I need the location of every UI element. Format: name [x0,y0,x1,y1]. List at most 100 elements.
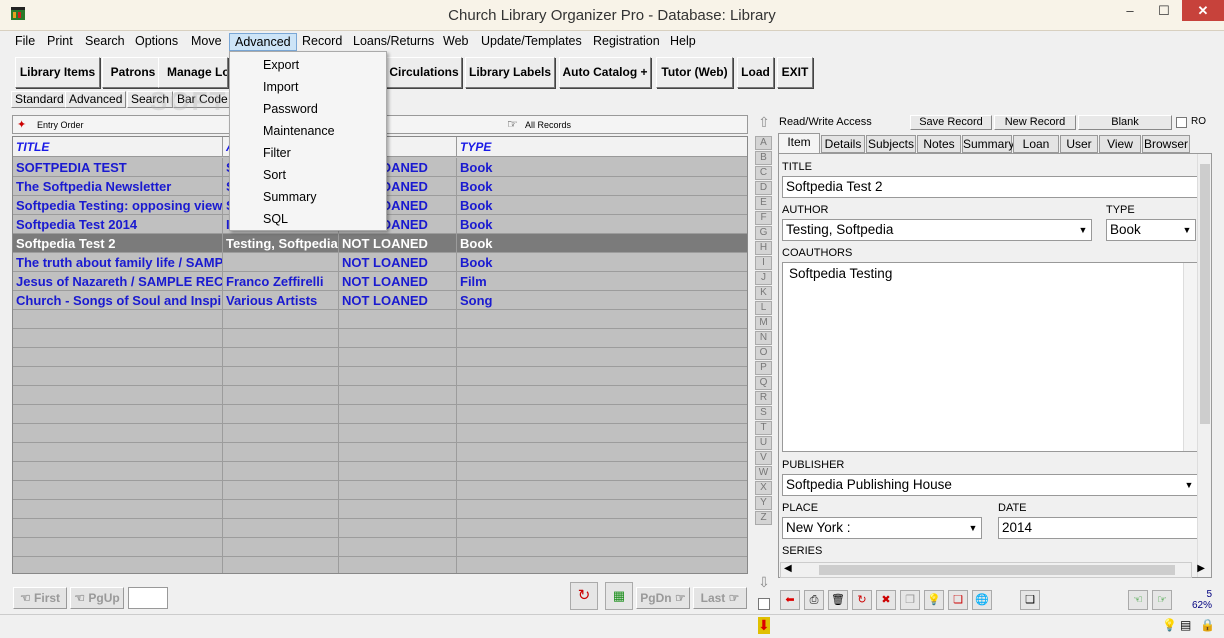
cell-title[interactable] [13,443,223,462]
library-items-button[interactable]: Library Items [15,57,100,88]
publisher-dropdown-icon[interactable]: ▼ [1182,476,1196,494]
cell-type[interactable] [457,538,747,557]
alpha-button-y[interactable]: Y [755,496,772,510]
cell-type[interactable] [457,405,747,424]
maximize-button[interactable]: ☐ [1147,0,1181,21]
title-field[interactable]: Softpedia Test 2 [782,176,1198,198]
cell-title[interactable] [13,481,223,500]
cell-type[interactable] [457,500,747,519]
cell-author[interactable]: Various Artists [223,291,339,310]
cell-author[interactable] [223,329,339,348]
menu-registration[interactable]: Registration [588,33,665,51]
scroll-right-icon[interactable]: ▶ [1197,563,1205,574]
cell-author[interactable] [223,443,339,462]
subtab-advanced[interactable]: Advanced [65,91,127,108]
cell-title[interactable]: SOFTPEDIA TEST [13,158,223,177]
cell-author[interactable] [223,253,339,272]
cell-status[interactable] [339,462,457,481]
table-row[interactable] [13,481,747,500]
cell-type[interactable] [457,557,747,573]
cell-author[interactable] [223,500,339,519]
pgdn-button[interactable]: PgDn ☞ [636,587,690,609]
paste-record-icon[interactable]: ❏ [948,590,968,610]
trash-icon[interactable]: 🗑 [828,590,848,610]
tutor-web-button[interactable]: Tutor (Web) [656,57,733,88]
alpha-button-m[interactable]: M [755,316,772,330]
manage-loans-button[interactable]: Manage Lo [158,57,228,88]
print-icon[interactable]: ⎙ [804,590,824,610]
cell-type[interactable] [457,462,747,481]
cell-author[interactable] [223,386,339,405]
menu-advanced[interactable]: Advanced [229,33,297,51]
alpha-button-t[interactable]: T [755,421,772,435]
menu-search[interactable]: Search [80,33,130,51]
cell-type[interactable] [457,329,747,348]
cell-status[interactable] [339,519,457,538]
cell-author[interactable] [223,310,339,329]
table-row[interactable] [13,443,747,462]
menu-import[interactable]: Import [263,80,298,94]
library-labels-button[interactable]: Library Labels [465,57,555,88]
cell-type[interactable]: Film [457,272,747,291]
table-row[interactable] [13,519,747,538]
save-record-button[interactable]: Save Record [910,115,992,130]
tab-subjects[interactable]: Subjects [866,135,916,153]
cell-status[interactable] [339,348,457,367]
alpha-button-h[interactable]: H [755,241,772,255]
auto-catalog-button[interactable]: Auto Catalog + [559,57,651,88]
cell-title[interactable]: Church - Songs of Soul and Inspiration [13,291,223,310]
cell-title[interactable]: The Softpedia Newsletter [13,177,223,196]
cell-status[interactable] [339,386,457,405]
last-button[interactable]: Last ☞ [693,587,747,609]
form-scrollbar[interactable] [1197,154,1211,577]
exit-button[interactable]: EXIT [777,57,813,88]
all-records-label[interactable]: All Records [525,120,571,130]
cell-author[interactable] [223,367,339,386]
tab-item[interactable]: Item [778,133,820,153]
cell-type[interactable] [457,424,747,443]
blank-button[interactable]: Blank [1078,115,1172,130]
alpha-button-d[interactable]: D [755,181,772,195]
menu-sort[interactable]: Sort [263,168,286,182]
lightbulb-icon[interactable]: 💡 [924,590,944,610]
cell-title[interactable] [13,519,223,538]
delete-record-icon[interactable]: ✖ [876,590,896,610]
cell-status[interactable]: NOT LOANED [339,253,457,272]
entry-order-label[interactable]: Entry Order [37,120,84,130]
menu-options[interactable]: Options [130,33,183,51]
close-button[interactable]: ✕ [1182,0,1224,21]
cell-author[interactable] [223,462,339,481]
tab-details[interactable]: Details [821,135,865,153]
menu-filter[interactable]: Filter [263,146,291,160]
menu-maintenance[interactable]: Maintenance [263,124,335,138]
cell-type[interactable]: Book [457,234,747,253]
table-row[interactable] [13,462,747,481]
cell-type[interactable] [457,481,747,500]
table-row[interactable]: The truth about family life / SAMPLE NOT … [13,253,747,272]
ro-checkbox[interactable] [1176,117,1187,128]
cell-title[interactable] [13,329,223,348]
table-row[interactable] [13,500,747,519]
table-row[interactable] [13,310,747,329]
cell-title[interactable] [13,310,223,329]
menu-move[interactable]: Move [186,33,227,51]
date-field[interactable]: 2014 [998,517,1198,539]
cell-status[interactable] [339,329,457,348]
type-dropdown-icon[interactable]: ▼ [1180,221,1194,239]
menu-print[interactable]: Print [42,33,78,51]
cell-status[interactable] [339,500,457,519]
cell-author[interactable] [223,424,339,443]
cell-title[interactable]: Softpedia Test 2 [13,234,223,253]
cell-type[interactable]: Book [457,158,747,177]
menu-export[interactable]: Export [263,58,299,72]
cell-title[interactable] [13,462,223,481]
cell-title[interactable] [13,557,223,573]
alpha-button-x[interactable]: X [755,481,772,495]
cell-title[interactable] [13,405,223,424]
prev-record-icon[interactable]: ☜ [1128,590,1148,610]
table-row[interactable] [13,367,747,386]
cell-type[interactable] [457,367,747,386]
cell-type[interactable] [457,348,747,367]
alpha-button-w[interactable]: W [755,466,772,480]
cell-title[interactable] [13,424,223,443]
